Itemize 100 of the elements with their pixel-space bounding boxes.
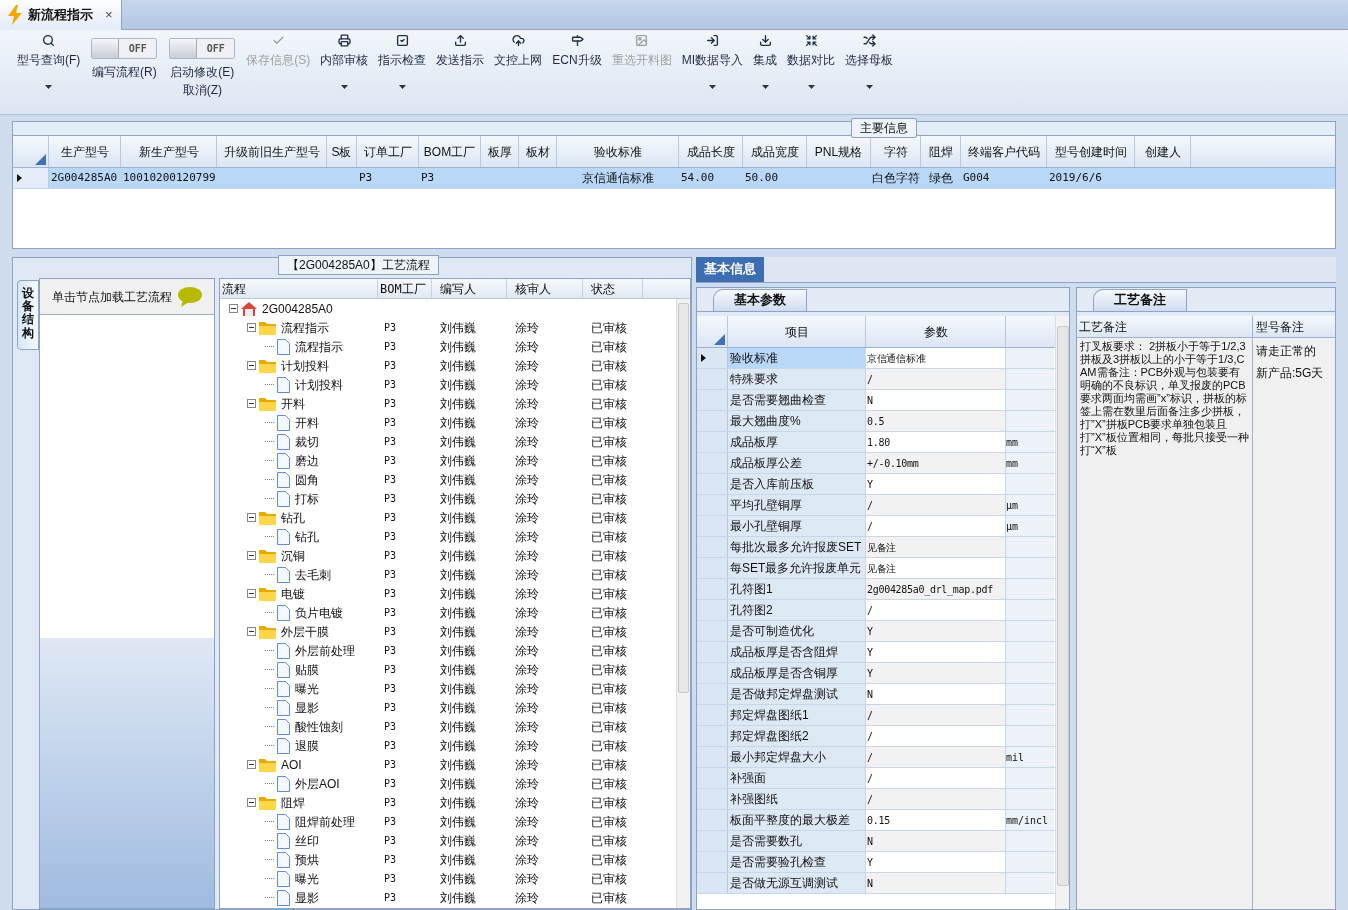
table-row[interactable]: 是否需要翘曲检查 N — [697, 390, 1055, 411]
table-row[interactable]: 邦定焊盘图纸1 / — [697, 705, 1055, 726]
tree-row[interactable]: 开料 P3 刘伟巍 涂玲 已审核 — [220, 413, 676, 432]
tree-row[interactable]: 贴膜 P3 刘伟巍 涂玲 已审核 — [220, 660, 676, 679]
table-row[interactable]: 每批次最多允许报废SET 见备注 — [697, 537, 1055, 558]
scrollbar[interactable] — [1055, 316, 1069, 909]
toolbar-button[interactable]: 数据对比 — [787, 34, 835, 69]
table-row[interactable]: 孔符图1 2g004285a0_drl_map.pdf — [697, 579, 1055, 600]
toggle-switch[interactable]: OFF — [169, 38, 236, 59]
column-header[interactable]: 创建人 — [1135, 136, 1191, 167]
column-header[interactable]: 终端客户代码 — [961, 136, 1047, 167]
tree-row[interactable]: 计划投料 P3 刘伟巍 涂玲 已审核 — [220, 375, 676, 394]
tree-row[interactable]: 沉铜 P3 刘伟巍 涂玲 已审核 — [220, 546, 676, 565]
tree-row[interactable]: 退膜 P3 刘伟巍 涂玲 已审核 — [220, 736, 676, 755]
tree-row[interactable]: 预烘 P3 刘伟巍 涂玲 已审核 — [220, 850, 676, 869]
sub-tab[interactable]: 工艺备注 — [1093, 289, 1187, 311]
column-header[interactable]: 验收标准 — [557, 136, 679, 167]
table-row[interactable]: 是否入库前压板 Y — [697, 474, 1055, 495]
table-row[interactable]: 2G004285A0 10010200120799 P3 P3 京信通信标准 54.00 50.00 白色字符 绿色 G004 2019/6/6 — [13, 168, 1335, 189]
tree-row[interactable]: 显影 P3 刘伟巍 涂玲 已审核 — [220, 698, 676, 717]
collapse-icon[interactable] — [247, 760, 256, 769]
column-header[interactable]: 项目 — [728, 316, 866, 347]
toolbar-button[interactable]: 发送指示 — [436, 34, 485, 69]
column-header[interactable]: 板材 — [519, 136, 557, 167]
sub-tab[interactable]: 基本参数 — [713, 289, 807, 311]
scrollbar[interactable] — [676, 299, 690, 908]
column-header[interactable]: 生产型号 — [49, 136, 121, 167]
toolbar-button[interactable]: MI数据导入 — [681, 34, 743, 69]
column-header[interactable]: 成品长度 — [679, 136, 743, 167]
table-row[interactable]: 最小邦定焊盘大小 / mil — [697, 747, 1055, 768]
tree-row[interactable]: 阻焊前处理 P3 刘伟巍 涂玲 已审核 — [220, 812, 676, 831]
toolbar-button[interactable]: 取消(Z) — [182, 81, 222, 99]
column-header[interactable]: 阻焊 — [921, 136, 961, 167]
table-row[interactable]: 邦定焊盘图纸2 / — [697, 726, 1055, 747]
table-row[interactable]: 成品板厚 1.80 mm — [697, 432, 1055, 453]
tree-row[interactable]: 去毛刺 P3 刘伟巍 涂玲 已审核 — [220, 565, 676, 584]
tree-row[interactable]: 裁切 P3 刘伟巍 涂玲 已审核 — [220, 432, 676, 451]
column-header[interactable]: S板 — [327, 136, 357, 167]
tree-row[interactable]: 2G004285A0 — [220, 299, 676, 318]
column-header[interactable]: 状态 — [583, 279, 643, 298]
tree-row[interactable]: 计划投料 P3 刘伟巍 涂玲 已审核 — [220, 356, 676, 375]
tree-row[interactable]: 外层AOI P3 刘伟巍 涂玲 已审核 — [220, 774, 676, 793]
toolbar-button[interactable]: 选择母板 — [845, 34, 893, 69]
table-row[interactable]: 补强图纸 / — [697, 789, 1055, 810]
toolbar-button[interactable]: ECN升级 — [552, 34, 602, 69]
collapse-icon[interactable] — [247, 399, 256, 408]
column-header[interactable]: 编写人 — [432, 279, 507, 298]
column-header[interactable]: 参数 — [866, 316, 1006, 347]
tree-row[interactable]: 电镀 P3 刘伟巍 涂玲 已审核 — [220, 584, 676, 603]
close-button[interactable]: × — [105, 5, 113, 25]
collapse-icon[interactable] — [229, 304, 238, 313]
tree-row[interactable]: 酸性蚀刻 P3 刘伟巍 涂玲 已审核 — [220, 717, 676, 736]
tree-row[interactable]: 磨边 P3 刘伟巍 涂玲 已审核 — [220, 451, 676, 470]
collapse-icon[interactable] — [247, 627, 256, 636]
table-row[interactable]: 每SET最多允许报废单元 见备注 — [697, 558, 1055, 579]
side-tab[interactable]: 设备结构 — [17, 280, 39, 350]
toolbar-button[interactable]: 集成 — [753, 34, 777, 69]
column-header[interactable]: 型号创建时间 — [1047, 136, 1135, 167]
table-row[interactable]: 板面平整度的最大极差 0.15 mm/incl — [697, 810, 1055, 831]
table-row[interactable]: 特殊要求 / — [697, 369, 1055, 390]
column-header[interactable]: 订单工厂 — [357, 136, 419, 167]
table-row[interactable]: 成品板厚公差 +/-0.10mm mm — [697, 453, 1055, 474]
table-row[interactable]: 最小孔壁铜厚 / μm — [697, 516, 1055, 537]
collapse-icon[interactable] — [247, 589, 256, 598]
column-header[interactable]: 流程 — [220, 279, 378, 298]
table-row[interactable]: 是否做邦定焊盘测试 N — [697, 684, 1055, 705]
toolbar-button[interactable]: 内部审核 — [320, 34, 369, 69]
panel-tab[interactable]: 基本信息 — [696, 257, 764, 282]
table-row[interactable]: 平均孔壁铜厚 / μm — [697, 495, 1055, 516]
collapse-icon[interactable] — [247, 551, 256, 560]
tree-row[interactable]: 曝光 P3 刘伟巍 涂玲 已审核 — [220, 869, 676, 888]
column-header[interactable]: PNL规格 — [807, 136, 871, 167]
tree-row[interactable]: 流程指示 P3 刘伟巍 涂玲 已审核 — [220, 318, 676, 337]
tree-row[interactable]: 阻焊 P3 刘伟巍 涂玲 已审核 — [220, 793, 676, 812]
table-row[interactable]: 成品板厚是否含阻焊 Y — [697, 642, 1055, 663]
table-row[interactable]: 验收标准 京信通信标准 — [697, 348, 1055, 369]
tree-row[interactable]: 曝光 P3 刘伟巍 涂玲 已审核 — [220, 679, 676, 698]
table-row[interactable]: 是否可制造优化 Y — [697, 621, 1055, 642]
collapse-icon[interactable] — [247, 323, 256, 332]
column-header[interactable]: BOM工厂 — [419, 136, 481, 167]
column-header[interactable]: 核审人 — [507, 279, 583, 298]
tree-row[interactable]: 流程指示 P3 刘伟巍 涂玲 已审核 — [220, 337, 676, 356]
toolbar-button[interactable]: 型号查询(F) — [17, 34, 81, 69]
collapse-icon[interactable] — [247, 361, 256, 370]
table-row[interactable]: 补强面 / — [697, 768, 1055, 789]
toggle-switch[interactable]: OFF — [91, 38, 158, 59]
tree-row[interactable]: 外层前处理 P3 刘伟巍 涂玲 已审核 — [220, 641, 676, 660]
tree-row[interactable]: 外层干膜 P3 刘伟巍 涂玲 已审核 — [220, 622, 676, 641]
tree-row[interactable]: 打标 P3 刘伟巍 涂玲 已审核 — [220, 489, 676, 508]
table-row[interactable]: 是否需要数孔 N — [697, 831, 1055, 852]
table-row[interactable]: 是否做无源互调测试 N — [697, 873, 1055, 894]
column-header[interactable]: 新生产型号 — [121, 136, 217, 167]
tree-row[interactable]: 负片电镀 P3 刘伟巍 涂玲 已审核 — [220, 603, 676, 622]
tree-row[interactable]: 圆角 P3 刘伟巍 涂玲 已审核 — [220, 470, 676, 489]
column-header[interactable]: 升级前旧生产型号 — [217, 136, 327, 167]
toolbar-button[interactable]: 指示检查 — [378, 34, 427, 69]
table-row[interactable]: 孔符图2 / — [697, 600, 1055, 621]
tree-row[interactable]: AOI P3 刘伟巍 涂玲 已审核 — [220, 755, 676, 774]
table-row[interactable]: 最大翘曲度% 0.5 — [697, 411, 1055, 432]
column-header[interactable]: BOM工厂 — [378, 279, 432, 298]
